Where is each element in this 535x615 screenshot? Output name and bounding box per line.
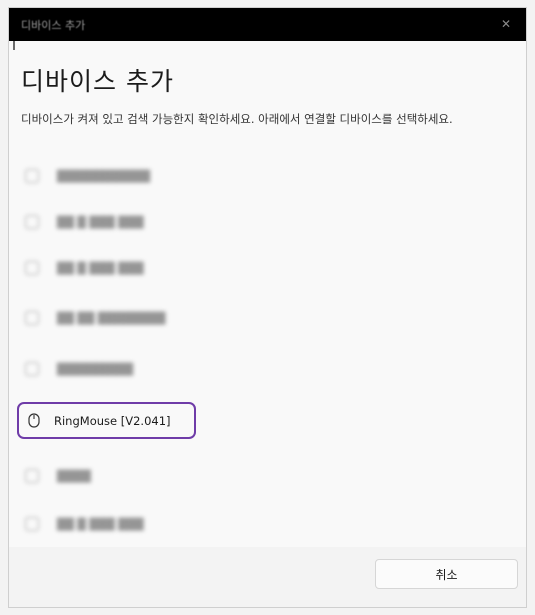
device-item-ringmouse[interactable]: RingMouse [V2.041] [17, 402, 196, 439]
device-item[interactable]: ███████████ [19, 158, 195, 194]
device-item[interactable]: ██ █ ███ ███ [19, 250, 195, 286]
device-name: RingMouse [V2.041] [54, 413, 171, 428]
title-bar: 디바이스 추가 ✕ [9, 8, 526, 41]
mouse-icon [28, 413, 40, 428]
generic-device-icon [25, 169, 39, 183]
generic-device-icon [25, 215, 39, 229]
window-title: 디바이스 추가 [21, 19, 86, 32]
device-name: █████████ [57, 362, 134, 376]
device-item[interactable]: ██ ██ ████████ [19, 300, 195, 336]
device-item[interactable]: ██ █ ███ ███ [19, 204, 195, 240]
generic-device-icon [25, 362, 39, 376]
device-name: ████ [57, 469, 91, 483]
cancel-button[interactable]: 취소 [375, 559, 518, 589]
device-item[interactable]: ████ [19, 458, 195, 494]
device-name: ██ █ ███ ███ [57, 261, 144, 275]
device-name: ███████████ [57, 169, 151, 183]
device-item[interactable]: █████████ [19, 351, 195, 387]
generic-device-icon [25, 311, 39, 325]
device-name: ██ █ ███ ███ [57, 517, 144, 531]
close-icon[interactable]: ✕ [494, 12, 518, 36]
dialog-footer: 취소 [9, 547, 526, 607]
device-name: ██ ██ ████████ [57, 311, 166, 325]
generic-device-icon [25, 469, 39, 483]
focus-indicator [13, 41, 15, 50]
add-device-dialog: 디바이스 추가 ✕ 디바이스 추가 디바이스가 켜져 있고 검색 가능한지 확인… [8, 7, 527, 608]
page-title: 디바이스 추가 [21, 67, 174, 96]
generic-device-icon [25, 261, 39, 275]
device-name: ██ █ ███ ███ [57, 215, 144, 229]
device-item[interactable]: ██ █ ███ ███ [19, 506, 195, 542]
generic-device-icon [25, 517, 39, 531]
instruction-text: 디바이스가 켜져 있고 검색 가능한지 확인하세요. 아래에서 연결할 디바이스… [21, 112, 453, 126]
